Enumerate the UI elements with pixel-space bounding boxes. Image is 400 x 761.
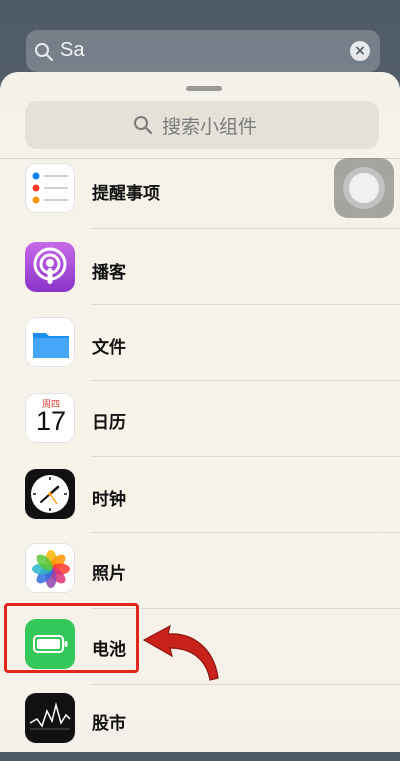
widget-row-podcasts[interactable]: 播客: [0, 229, 400, 305]
widget-row-photos[interactable]: 照片: [0, 533, 400, 609]
top-search-value: Sa: [60, 39, 85, 61]
search-icon: [133, 115, 153, 139]
reminders-icon: [25, 163, 75, 213]
clear-icon[interactable]: ×: [350, 41, 370, 61]
widget-label: 时钟: [92, 490, 126, 510]
search-icon: [34, 42, 54, 66]
calendar-icon: 周四 17: [25, 393, 75, 443]
sheet-grabber[interactable]: [186, 86, 222, 91]
assistive-touch-button[interactable]: [334, 158, 394, 218]
widget-label: 提醒事项: [92, 184, 160, 204]
podcasts-icon: [25, 242, 75, 292]
widget-row-clock[interactable]: 时钟: [0, 457, 400, 533]
highlight-box: [4, 603, 139, 673]
widget-label: 日历: [92, 413, 126, 433]
widget-search-field[interactable]: 搜索小组件: [25, 101, 379, 149]
widget-label: 股市: [92, 714, 126, 734]
calendar-day: 17: [35, 406, 67, 436]
widget-row-calendar[interactable]: 周四 17 日历: [0, 381, 400, 457]
clock-icon: [25, 469, 75, 519]
widget-search-placeholder: 搜索小组件: [162, 116, 258, 138]
stocks-icon: [25, 693, 75, 743]
files-icon: [25, 317, 75, 367]
widget-row-files[interactable]: 文件: [0, 305, 400, 381]
photos-icon: [25, 543, 75, 593]
widget-label: 播客: [92, 263, 126, 283]
widget-label: 照片: [92, 564, 126, 584]
widget-row-stocks[interactable]: 股市: [0, 685, 400, 761]
arrow-icon: [142, 624, 219, 681]
top-search-field[interactable]: Sa ×: [26, 30, 380, 72]
widget-label: 文件: [92, 338, 126, 358]
